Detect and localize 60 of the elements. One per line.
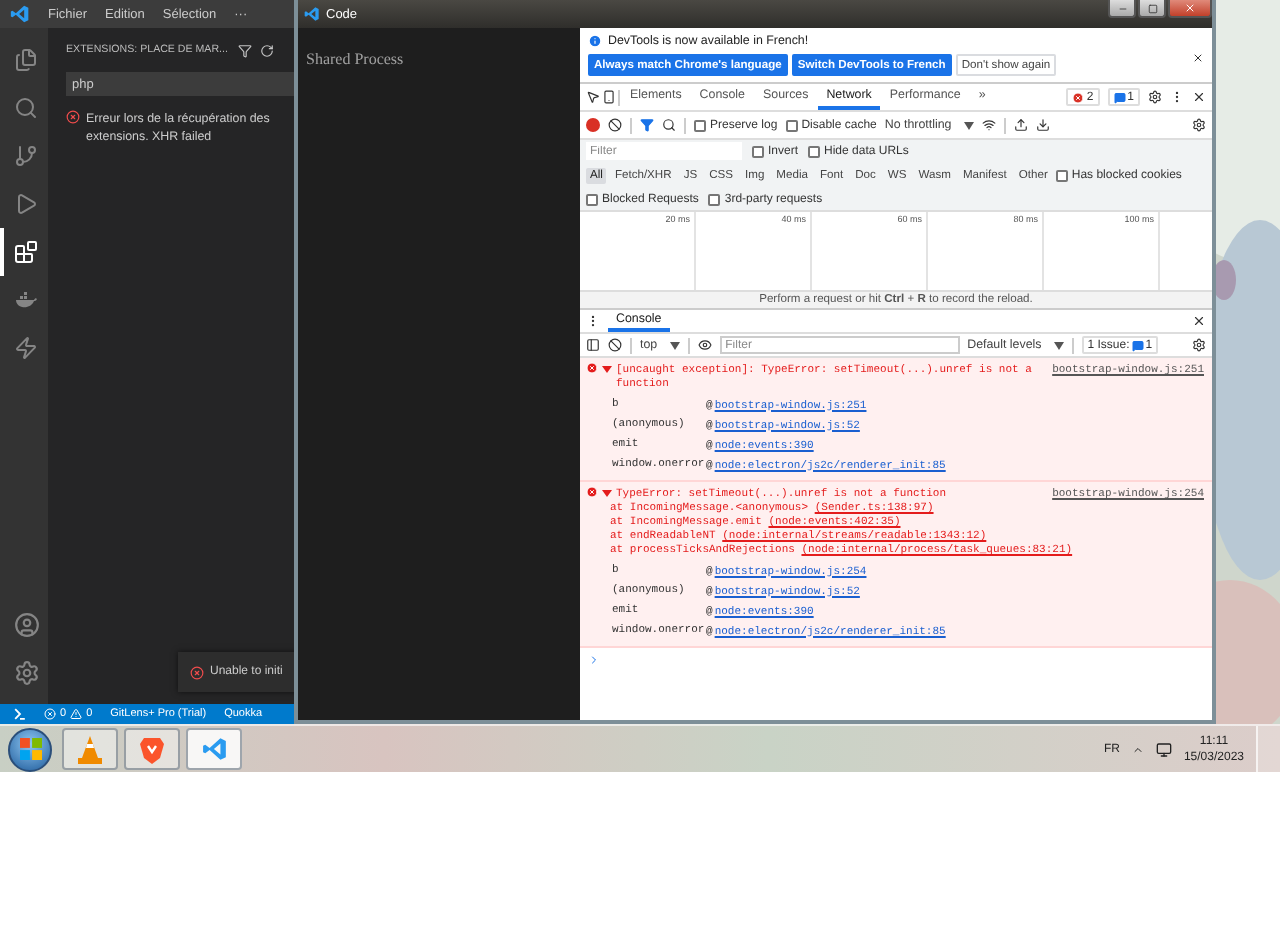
download-icon[interactable] <box>1035 118 1050 132</box>
settings-icon[interactable] <box>1192 338 1206 352</box>
branch-icon <box>14 144 38 168</box>
more-icon[interactable] <box>1170 90 1184 104</box>
app-logo-icon <box>304 6 320 22</box>
message-icon <box>1113 91 1126 103</box>
info-icon <box>588 34 602 48</box>
close-button[interactable] <box>1168 0 1212 18</box>
eye-icon[interactable] <box>697 338 712 352</box>
settings-icon[interactable] <box>1148 90 1162 104</box>
code-logo-icon <box>10 4 30 24</box>
message-icon <box>1131 339 1144 351</box>
device-icon[interactable] <box>602 90 616 104</box>
caret-icon <box>963 121 974 129</box>
filter-icon[interactable] <box>237 43 252 57</box>
caret-icon[interactable] <box>1131 743 1144 755</box>
refresh-icon[interactable] <box>259 43 274 57</box>
error-icon <box>1072 91 1085 103</box>
whale-icon <box>14 288 38 312</box>
error-icon <box>190 665 204 679</box>
error-icon <box>586 486 598 498</box>
search-icon <box>14 96 38 120</box>
taskbar-app[interactable] <box>186 728 242 770</box>
error-icon <box>586 362 598 374</box>
code-logo-icon <box>201 736 227 762</box>
lightning-icon <box>14 336 38 360</box>
traffic-cone-icon <box>78 735 102 763</box>
files-icon <box>14 48 38 72</box>
start-button[interactable] <box>8 727 52 771</box>
account-icon[interactable] <box>13 611 39 637</box>
caret-icon <box>669 341 680 349</box>
inspect-icon[interactable] <box>586 90 600 104</box>
minimize-button[interactable] <box>1108 0 1136 18</box>
upload-icon[interactable] <box>1013 118 1028 132</box>
close-icon[interactable] <box>1192 90 1206 104</box>
error-icon <box>66 110 80 124</box>
maximize-button[interactable] <box>1138 0 1166 18</box>
search-icon[interactable] <box>662 118 676 132</box>
close-icon <box>1184 2 1196 14</box>
wifi-icon[interactable] <box>981 118 996 132</box>
minimize-icon <box>1117 3 1127 13</box>
close-icon[interactable] <box>1192 52 1204 64</box>
caret-icon <box>1053 341 1064 349</box>
windows-flag-icon <box>19 738 41 760</box>
play-icon <box>14 192 38 216</box>
sidebar-icon[interactable] <box>586 338 600 352</box>
taskbar-app[interactable] <box>124 728 180 770</box>
settings-icon[interactable] <box>1192 118 1206 132</box>
page-text: Shared Process <box>306 50 404 68</box>
blocks-icon <box>14 240 38 264</box>
more-icon[interactable] <box>586 314 600 328</box>
maximize-icon <box>1147 3 1157 13</box>
clear-icon[interactable] <box>608 338 622 352</box>
close-icon[interactable] <box>1192 314 1206 328</box>
record-icon[interactable] <box>586 118 600 132</box>
expand-triangle-icon[interactable] <box>602 488 612 498</box>
expand-triangle-icon[interactable] <box>602 364 612 374</box>
clear-icon[interactable] <box>608 118 622 132</box>
shield-icon <box>140 735 164 763</box>
filter-icon[interactable] <box>640 118 654 132</box>
